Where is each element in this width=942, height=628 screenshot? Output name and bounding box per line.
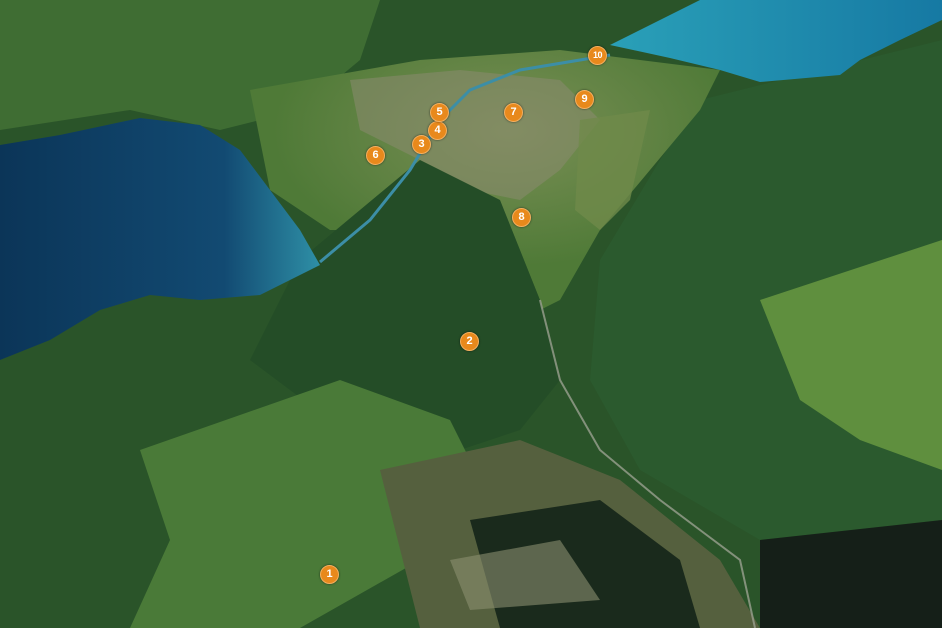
- map-marker-8[interactable]: 8: [512, 208, 531, 227]
- map-marker-2[interactable]: 2: [460, 332, 479, 351]
- map-marker-9[interactable]: 9: [575, 90, 594, 109]
- map-marker-10[interactable]: 10: [588, 46, 607, 65]
- satellite-terrain: [0, 0, 942, 628]
- map-marker-1[interactable]: 1: [320, 565, 339, 584]
- map-marker-7[interactable]: 7: [504, 103, 523, 122]
- map-marker-4[interactable]: 4: [428, 121, 447, 140]
- map-marker-5[interactable]: 5: [430, 103, 449, 122]
- map-marker-3[interactable]: 3: [412, 135, 431, 154]
- aerial-map[interactable]: 1 2 3 4 5 6 7 8 9 10: [0, 0, 942, 628]
- map-marker-6[interactable]: 6: [366, 146, 385, 165]
